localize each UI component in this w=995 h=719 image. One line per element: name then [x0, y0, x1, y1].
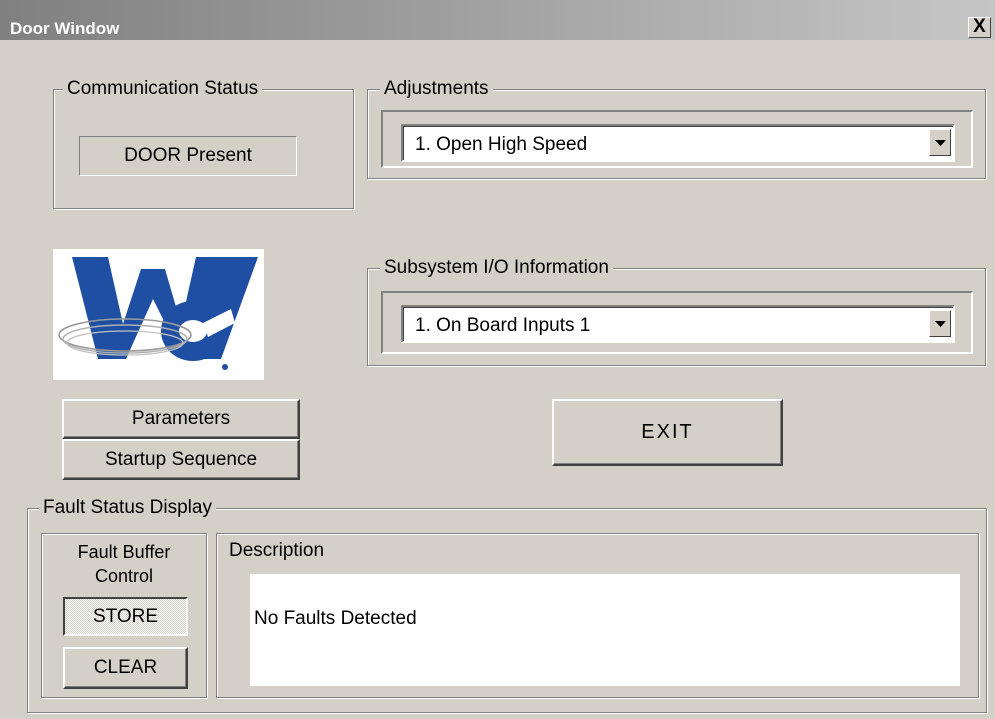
communication-status-value: DOOR Present: [124, 145, 252, 166]
clear-button[interactable]: CLEAR: [63, 647, 188, 689]
fault-status-label: Fault Status Display: [39, 497, 216, 519]
adjustments-dropdown-button[interactable]: [929, 129, 951, 156]
exit-button[interactable]: EXIT: [552, 399, 783, 466]
window-title: Door Window: [10, 19, 120, 38]
store-button-label: STORE: [92, 605, 159, 627]
subsystem-dropdown-button[interactable]: [929, 310, 951, 337]
startup-sequence-button[interactable]: Startup Sequence: [62, 439, 300, 480]
company-logo: [53, 249, 264, 380]
subsystem-io-dropdown[interactable]: 1. On Board Inputs 1: [401, 305, 955, 343]
adjustments-selected: 1. Open High Speed: [415, 134, 588, 155]
subsystem-io-selected: 1. On Board Inputs 1: [415, 315, 591, 336]
adjustments-label: Adjustments: [380, 78, 493, 100]
fault-buffer-label-line2: Control: [94, 566, 154, 586]
communication-status-field: DOOR Present: [79, 136, 297, 176]
communication-status-label: Communication Status: [63, 78, 263, 100]
close-icon: X: [973, 16, 986, 37]
chevron-down-icon: [935, 140, 946, 146]
description-text: No Faults Detected: [254, 608, 417, 629]
description-label: Description: [229, 540, 325, 561]
parameters-button[interactable]: Parameters: [62, 399, 300, 439]
adjustments-dropdown[interactable]: 1. Open High Speed: [401, 124, 955, 162]
subsystem-io-label: Subsystem I/O Information: [380, 257, 613, 279]
description-text-area: No Faults Detected: [250, 574, 960, 686]
fault-buffer-label-line1: Fault Buffer: [77, 542, 171, 562]
title-bar[interactable]: [0, 0, 995, 40]
fault-buffer-label: Fault Buffer Control: [41, 540, 207, 588]
store-button[interactable]: STORE: [63, 597, 188, 636]
close-button[interactable]: X: [968, 17, 991, 38]
ve-logo-icon: [58, 257, 258, 370]
chevron-down-icon: [935, 321, 946, 327]
